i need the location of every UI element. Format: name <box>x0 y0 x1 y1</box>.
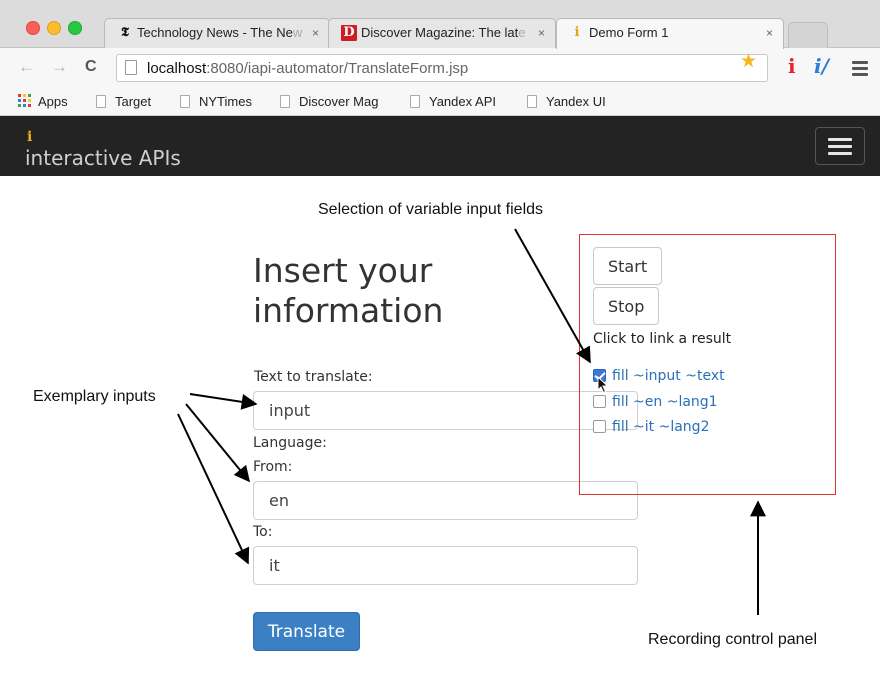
chrome-menu-icon[interactable] <box>852 61 868 79</box>
tab-nytimes[interactable]: 𝕿 Technology News - The New × <box>104 18 330 48</box>
bookmark-nytimes[interactable]: NYTimes <box>180 93 252 110</box>
reload-icon[interactable]: C <box>85 57 97 77</box>
back-arrow-icon[interactable]: ← <box>18 57 35 77</box>
close-window-button[interactable] <box>26 21 40 35</box>
forward-arrow-icon[interactable]: → <box>51 57 68 77</box>
close-tab-icon[interactable]: × <box>538 25 545 41</box>
to-language-input[interactable] <box>253 546 638 585</box>
bookmark-discover-mag[interactable]: Discover Mag <box>280 93 378 110</box>
annotation-control-panel: Recording control panel <box>648 631 817 648</box>
link-result-hint: Click to link a result <box>593 331 732 347</box>
tab-title: Discover Magazine: The lat <box>361 25 519 40</box>
page-icon <box>527 95 537 108</box>
page-icon <box>180 95 190 108</box>
translate-button[interactable]: Translate <box>253 612 360 651</box>
annotation-exemplary-inputs: Exemplary inputs <box>33 388 156 405</box>
iapi-recorder-extension-icon[interactable]: i/ <box>814 55 829 77</box>
arrow-to-to-input <box>177 413 250 565</box>
bookmark-yandex-api[interactable]: Yandex API <box>410 93 496 110</box>
browser-window: 𝕿 Technology News - The New × D Discover… <box>0 0 880 685</box>
nytimes-favicon-icon: 𝕿 <box>121 25 129 40</box>
page-icon <box>280 95 290 108</box>
apps-grid-icon <box>18 94 32 108</box>
brand-logo-icon: i <box>27 129 33 145</box>
bookmark-yandex-ui[interactable]: Yandex UI <box>527 93 606 110</box>
text-to-translate-label: Text to translate: <box>254 369 373 385</box>
address-bar[interactable]: localhost:8080/iapi-automator/TranslateF… <box>116 54 768 82</box>
tab-demo-form[interactable]: i Demo Form 1 × <box>556 18 784 49</box>
zoom-window-button[interactable] <box>68 21 82 35</box>
tab-title: Demo Form 1 <box>589 25 669 40</box>
page-title: Insert your information <box>253 251 444 330</box>
bookmarks-bar: Apps Target NYTimes Discover Mag Yandex … <box>0 88 880 116</box>
tab-discover[interactable]: D Discover Magazine: The late × <box>328 18 556 48</box>
to-label: To: <box>253 524 273 540</box>
hamburger-icon <box>828 138 852 141</box>
close-tab-icon[interactable]: × <box>766 25 773 41</box>
arrow-to-text-input <box>189 393 258 410</box>
close-tab-icon[interactable]: × <box>312 25 319 41</box>
language-label: Language: <box>253 435 327 451</box>
browser-toolbar: ← → C localhost:8080/iapi-automator/Tran… <box>0 48 880 88</box>
iapi-extension-icon[interactable]: i <box>788 55 796 77</box>
title-bar: 𝕿 Technology News - The New × D Discover… <box>0 0 880 49</box>
url-text: localhost:8080/iapi-automator/TranslateF… <box>147 60 469 77</box>
brand-name[interactable]: interactive APIs <box>25 146 181 170</box>
checkbox[interactable] <box>593 395 606 408</box>
discover-favicon-icon: D <box>341 25 357 41</box>
iapi-favicon-icon: i <box>574 25 580 40</box>
arrow-to-from-input <box>185 403 251 483</box>
tab-title-faded: w <box>292 25 303 40</box>
tab-title-faded: e <box>518 25 526 40</box>
from-label: From: <box>253 459 293 475</box>
new-tab-button[interactable] <box>788 22 828 48</box>
page-icon <box>410 95 420 108</box>
minimize-window-button[interactable] <box>47 21 61 35</box>
start-recording-button[interactable]: Start <box>593 247 663 285</box>
bookmark-target[interactable]: Target <box>96 93 151 110</box>
annotation-variable-fields: Selection of variable input fields <box>318 201 544 218</box>
checkbox[interactable] <box>593 420 606 433</box>
tab-title: Technology News - The Ne <box>137 25 293 40</box>
bookmark-star-icon[interactable]: ★ <box>740 52 757 72</box>
bookmark-apps[interactable]: Apps <box>18 93 68 110</box>
mouse-pointer-icon <box>597 376 609 394</box>
navbar-toggle-button[interactable] <box>815 127 865 165</box>
page-icon <box>125 60 137 75</box>
page-icon <box>96 95 106 108</box>
stop-recording-button[interactable]: Stop <box>593 287 660 325</box>
